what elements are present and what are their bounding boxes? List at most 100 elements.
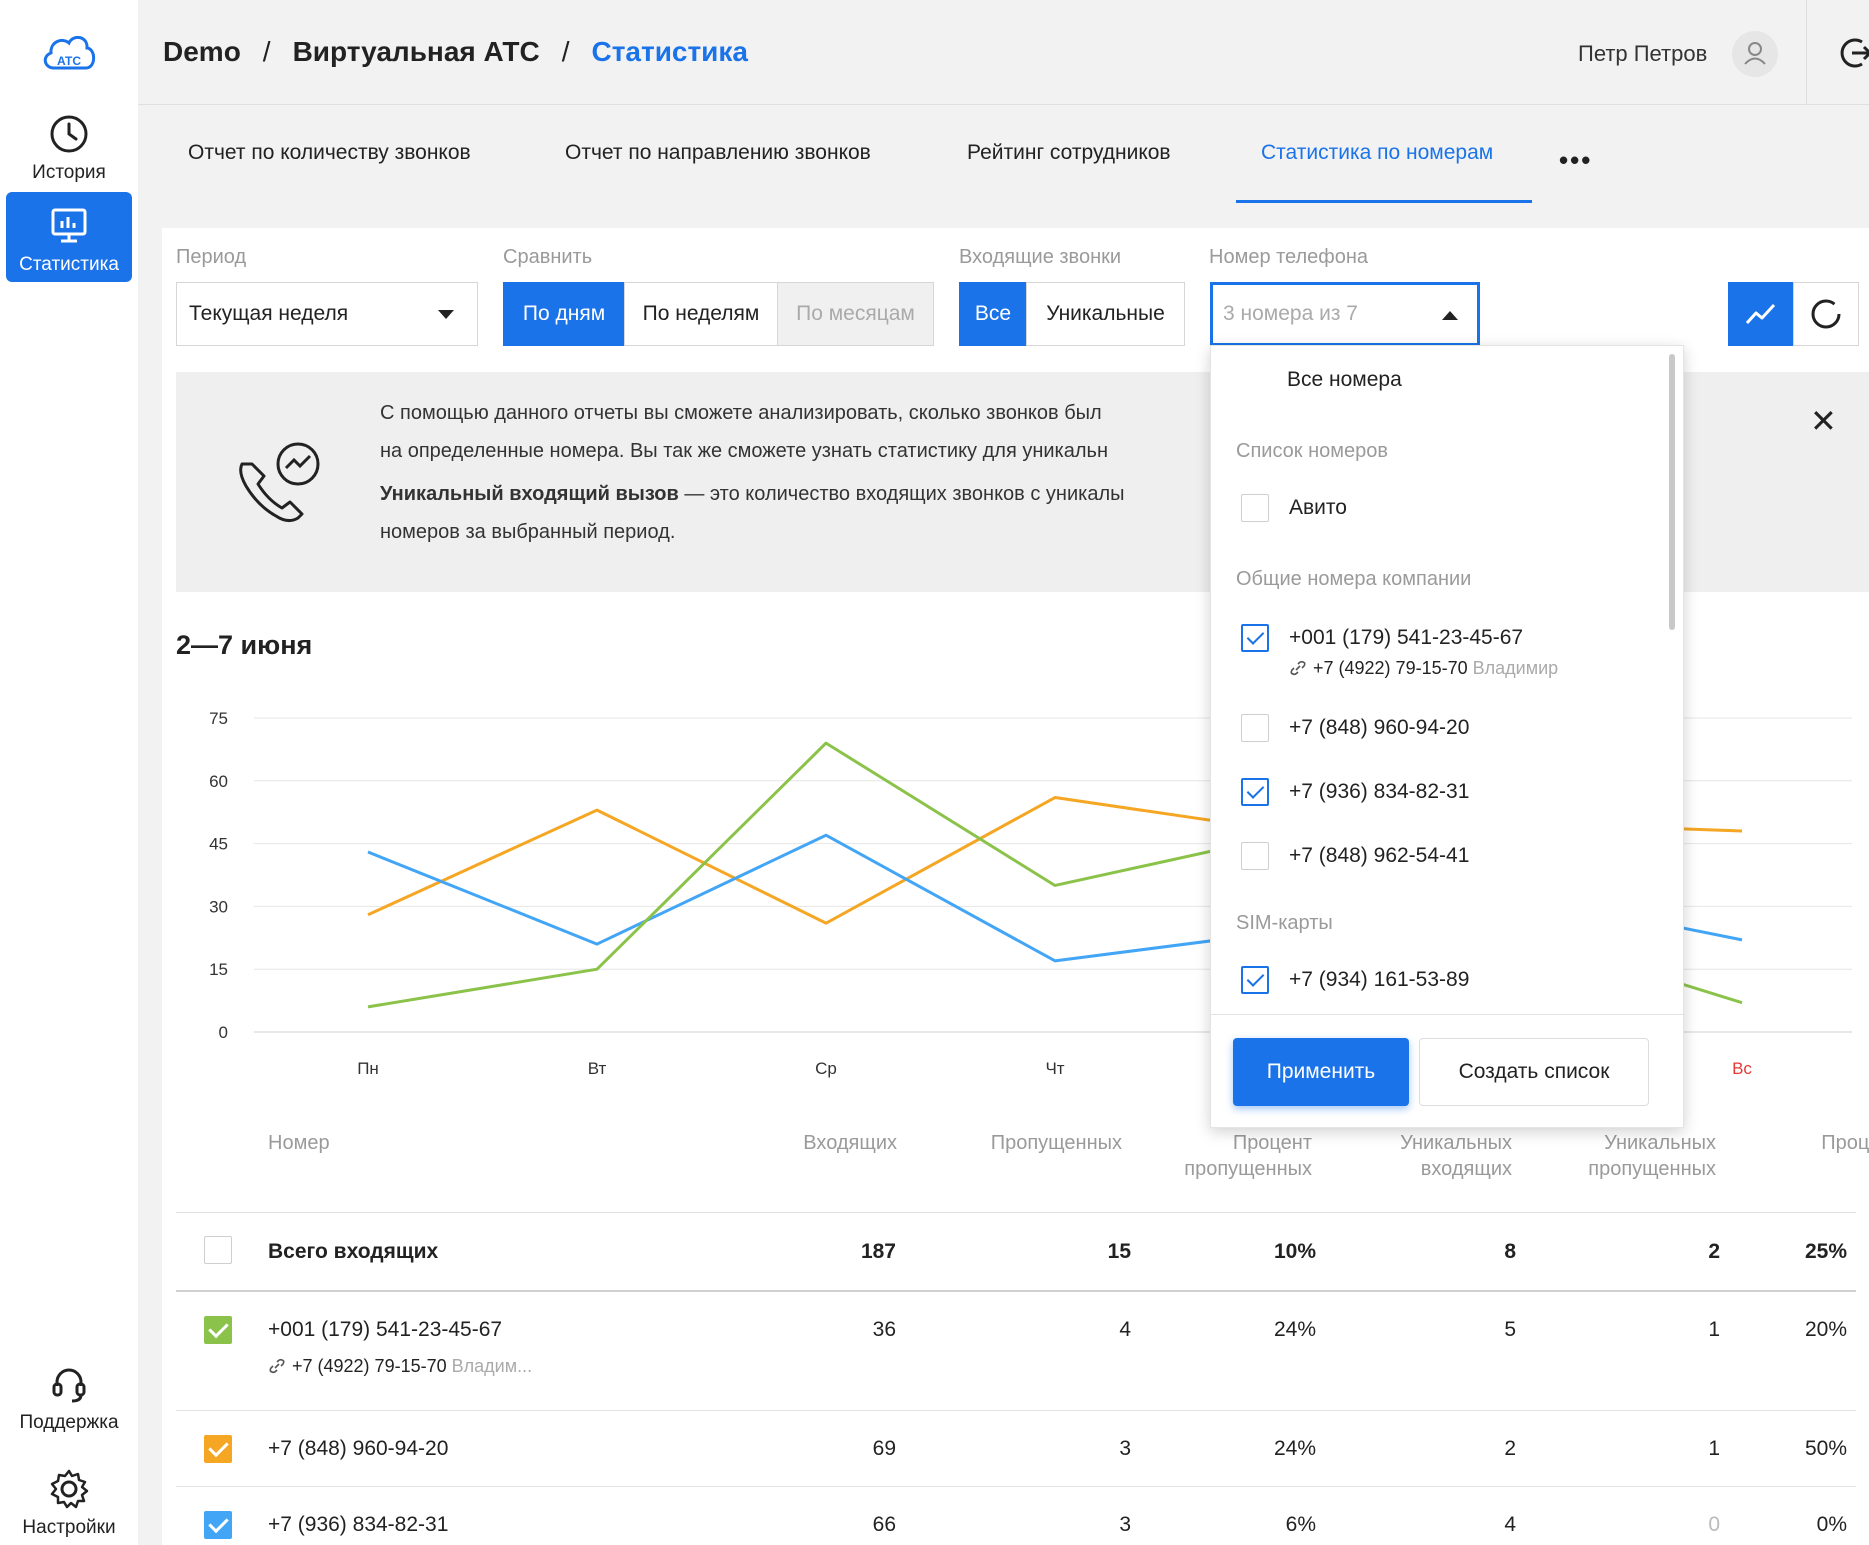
- chart-x-tick-label: Пн: [357, 1059, 379, 1078]
- table-row-total: Всего входящих 187 15 10% 8 2 25%: [176, 1212, 1856, 1292]
- donut-chart-icon: [1811, 299, 1841, 329]
- sidebar-item-statistics[interactable]: Статистика: [6, 192, 132, 282]
- dropdown-option[interactable]: Авито: [1289, 496, 1749, 520]
- row-unique-incoming: 4: [1504, 1513, 1516, 1536]
- table-row[interactable]: +7 (848) 960-94-20 69 3 24% 2 1 50%: [176, 1411, 1856, 1487]
- chart-y-tick-label: 15: [209, 960, 228, 979]
- dropdown-scrollbar[interactable]: [1669, 354, 1675, 630]
- row-number: +7 (936) 834-82-31: [268, 1513, 449, 1536]
- sidebar-item-label: Статистика: [19, 254, 119, 275]
- dropdown-option[interactable]: +001 (179) 541-23-45-67: [1289, 626, 1749, 650]
- dropdown-group-title: Общие номера компании: [1236, 568, 1472, 590]
- total-incoming: 187: [860, 1240, 896, 1263]
- info-bold-term: Уникальный входящий вызов: [380, 483, 679, 505]
- dropdown-checkbox[interactable]: [1241, 778, 1269, 806]
- row-checkbox[interactable]: [204, 1316, 232, 1344]
- dropdown-option[interactable]: +7 (936) 834-82-31: [1289, 780, 1749, 804]
- row-missed: 4: [1119, 1318, 1131, 1341]
- row-checkbox[interactable]: [204, 1435, 232, 1463]
- create-list-button[interactable]: Создать список: [1419, 1038, 1649, 1106]
- incoming-unique[interactable]: Уникальные: [1026, 282, 1185, 346]
- breadcrumb-current: Статистика: [591, 36, 748, 67]
- table-row[interactable]: +7 (936) 834-82-31 66 3 6% 4 0 0%: [176, 1487, 1856, 1545]
- logout-icon[interactable]: [1838, 36, 1869, 70]
- col-header-number[interactable]: Номер: [268, 1130, 330, 1156]
- sidebar-item-history[interactable]: История: [6, 100, 132, 190]
- compare-by-months: По месяцам: [777, 282, 934, 346]
- col-header-unique-missed[interactable]: Уникальных пропущенных: [1546, 1130, 1716, 1182]
- tab-employee-rating[interactable]: Рейтинг сотрудников: [967, 141, 1171, 165]
- cloud-logo-icon: АТС: [43, 35, 96, 70]
- logo[interactable]: АТС: [40, 28, 98, 78]
- close-info-button[interactable]: ✕: [1810, 402, 1837, 440]
- chart-y-tick-label: 45: [209, 835, 228, 854]
- col-header-missed-percent[interactable]: Процент пропущенных: [1142, 1130, 1312, 1182]
- dropdown-option-sub-name: Владимир: [1472, 658, 1559, 678]
- period-select-value: Текущая неделя: [189, 302, 349, 325]
- period-select[interactable]: Текущая неделя: [176, 282, 478, 346]
- col-header-unique-missed-percent[interactable]: Процент уникальных пропущенных: [1732, 1130, 1869, 1186]
- tab-number-statistics[interactable]: Статистика по номерам: [1261, 141, 1493, 165]
- caret-up-icon: [1442, 311, 1458, 320]
- line-chart-icon: [1745, 304, 1776, 325]
- row-missed-percent: 24%: [1273, 1318, 1316, 1341]
- select-all-checkbox[interactable]: [204, 1236, 232, 1264]
- dropdown-option[interactable]: +7 (934) 161-53-89: [1289, 968, 1749, 992]
- row-number: +7 (848) 960-94-20: [268, 1437, 449, 1460]
- dropdown-checkbox[interactable]: [1241, 714, 1269, 742]
- total-unique-incoming: 8: [1504, 1240, 1516, 1263]
- top-header: Demo / Виртуальная АТС / Статистика Петр Пет…: [138, 0, 1869, 105]
- dropdown-option-sub: +7 (4922) 79-15-70 Владимир: [1289, 658, 1749, 679]
- dropdown-checkbox[interactable]: [1241, 842, 1269, 870]
- sidebar-item-support[interactable]: Поддержка: [6, 1350, 132, 1440]
- apply-button[interactable]: Применить: [1233, 1038, 1409, 1106]
- row-checkbox[interactable]: [204, 1511, 232, 1539]
- dropdown-checkbox[interactable]: [1241, 494, 1269, 522]
- phone-stats-icon: [239, 442, 320, 523]
- phone-number-dropdown: Все номера Список номеров Авито Общие но…: [1210, 345, 1685, 1128]
- info-text-line4: номеров за выбранный период.: [380, 521, 676, 543]
- donut-chart-toggle[interactable]: [1793, 282, 1859, 346]
- breadcrumb-root[interactable]: Demo: [163, 36, 241, 67]
- row-incoming: 69: [872, 1437, 896, 1460]
- phone-select[interactable]: 3 номера из 7: [1210, 282, 1480, 346]
- chart-y-tick-label: 60: [209, 772, 228, 791]
- col-header-unique-incoming[interactable]: Уникальных входящих: [1352, 1130, 1512, 1182]
- dropdown-group-title: Список номеров: [1236, 440, 1389, 462]
- dropdown-checkbox[interactable]: [1241, 966, 1269, 994]
- dropdown-option-sub-number: +7 (4922) 79-15-70: [1313, 658, 1468, 678]
- user-name[interactable]: Петр Петров: [1578, 41, 1707, 67]
- row-incoming: 36: [872, 1318, 896, 1341]
- compare-label: Сравнить: [503, 246, 593, 268]
- compare-by-days[interactable]: По дням: [503, 282, 625, 346]
- chart-monitor-icon: [51, 208, 87, 243]
- row-subnumber-value: +7 (4922) 79-15-70: [292, 1356, 447, 1376]
- info-text-line1: С помощью данного отчеты вы сможете анал…: [380, 402, 1102, 424]
- dropdown-all-numbers[interactable]: Все номера: [1287, 368, 1747, 392]
- incoming-all[interactable]: Все: [959, 282, 1027, 346]
- row-number: +001 (179) 541-23-45-67: [268, 1318, 503, 1341]
- gear-icon: [50, 1469, 89, 1509]
- period-label: Период: [176, 246, 247, 268]
- chart-y-tick-label: 30: [209, 897, 228, 916]
- breadcrumb-section[interactable]: Виртуальная АТС: [293, 36, 540, 67]
- row-subnumber: +7 (4922) 79-15-70 Владим...: [268, 1356, 532, 1377]
- total-missed-percent: 10%: [1273, 1240, 1316, 1263]
- phone-label: Номер телефона: [1209, 246, 1369, 268]
- row-missed: 3: [1119, 1437, 1131, 1460]
- dropdown-checkbox[interactable]: [1241, 624, 1269, 652]
- compare-by-weeks[interactable]: По неделям: [624, 282, 778, 346]
- table-row[interactable]: +001 (179) 541-23-45-67 +7 (4922) 79-15-…: [176, 1292, 1856, 1412]
- tab-call-count[interactable]: Отчет по количеству звонков: [188, 141, 471, 165]
- sidebar-item-settings[interactable]: Настройки: [6, 1455, 132, 1545]
- col-header-missed[interactable]: Пропущенных: [904, 1130, 1122, 1156]
- tab-call-direction[interactable]: Отчет по направлению звонков: [565, 141, 871, 165]
- line-chart-toggle[interactable]: [1728, 282, 1794, 346]
- chart-y-tick-label: 0: [219, 1023, 228, 1042]
- more-tabs-button[interactable]: •••: [1559, 145, 1592, 176]
- col-header-incoming[interactable]: Входящих: [722, 1130, 897, 1156]
- avatar[interactable]: [1732, 31, 1778, 77]
- dropdown-option[interactable]: +7 (848) 962-54-41: [1289, 844, 1749, 868]
- dropdown-option[interactable]: +7 (848) 960-94-20: [1289, 716, 1749, 740]
- header-divider: [1806, 0, 1807, 105]
